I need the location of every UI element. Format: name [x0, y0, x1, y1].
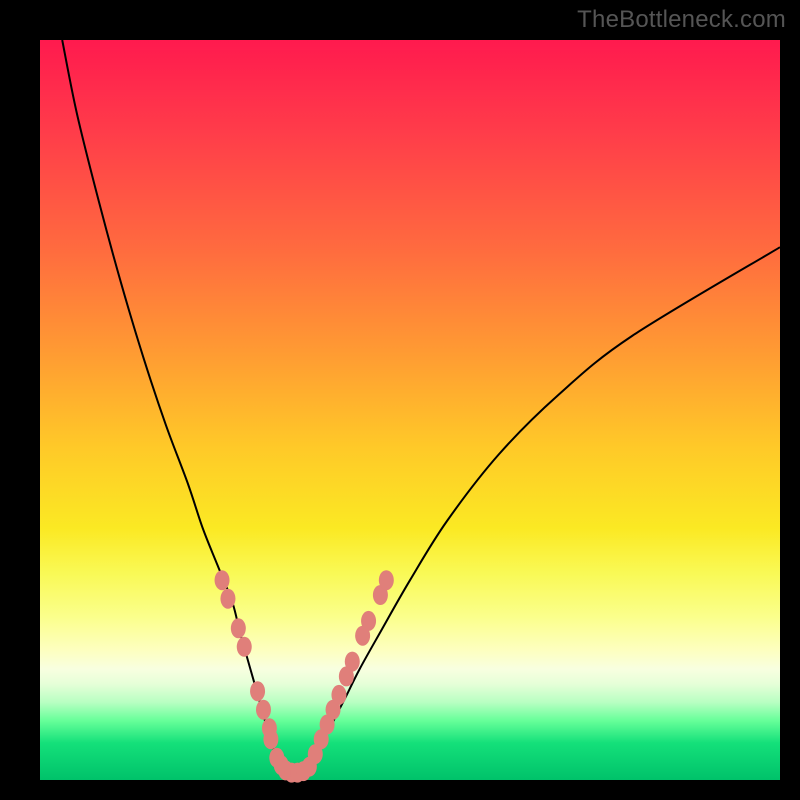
curve-marker [331, 685, 346, 705]
curve-marker [231, 618, 246, 638]
curve-marker [215, 570, 230, 590]
curve-left-branch [62, 40, 280, 765]
marker-layer [215, 570, 394, 782]
curve-layer [62, 40, 780, 773]
curve-marker [237, 637, 252, 657]
chart-svg [40, 40, 780, 780]
chart-frame: TheBottleneck.com [0, 0, 800, 800]
curve-marker [345, 652, 360, 672]
curve-marker [250, 681, 265, 701]
curve-marker [361, 611, 376, 631]
watermark-text: TheBottleneck.com [577, 6, 786, 34]
curve-right-branch [309, 247, 780, 765]
curve-marker [263, 729, 278, 749]
curve-marker [256, 700, 271, 720]
curve-marker [379, 570, 394, 590]
curve-marker [220, 589, 235, 609]
